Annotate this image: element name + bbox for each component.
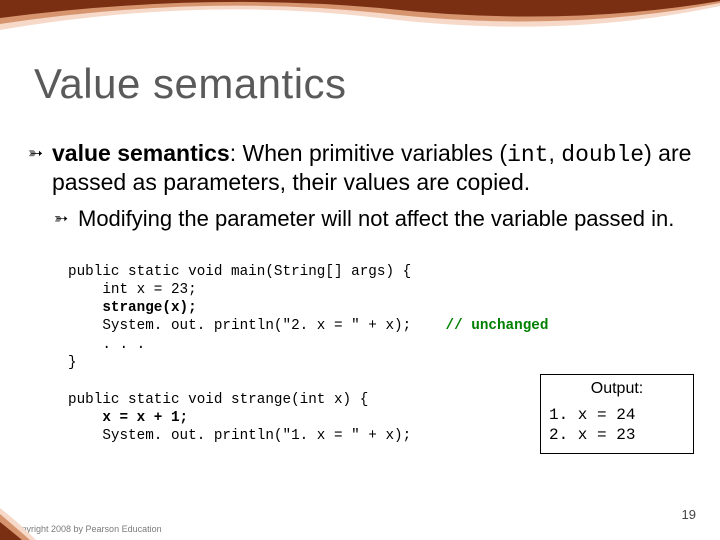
output-header: Output:	[549, 379, 685, 399]
code-line: public static void strange(int x) {	[68, 392, 368, 408]
bullet-code1: int	[507, 142, 548, 168]
bullet-code2: double	[561, 142, 644, 168]
output-line: 1. x = 24	[549, 405, 685, 425]
slide-title: Value semantics	[34, 60, 347, 108]
code-line: }	[68, 355, 77, 371]
code-line: . . .	[68, 337, 145, 353]
sub-bullet-text: Modifying the parameter will not affect …	[78, 206, 674, 231]
code-line: System. out. println("2. x = " + x);	[68, 318, 411, 334]
output-box: Output: 1. x = 24 2. x = 23	[540, 374, 694, 454]
bullet-main: ➳ value semantics: When primitive variab…	[28, 140, 700, 196]
top-accent	[0, 0, 720, 48]
code-line: int x = 23;	[68, 282, 197, 298]
bullet-rest1: : When primitive variables (	[230, 140, 507, 166]
bullet-lead: value semantics	[52, 140, 230, 166]
bottom-accent	[0, 504, 36, 540]
output-line: 2. x = 23	[549, 425, 685, 445]
code-line: System. out. println("1. x = " + x);	[68, 428, 411, 444]
sub-bullet-glyph-icon: ➳	[54, 209, 68, 229]
page-number: 19	[682, 507, 696, 522]
code-line: strange(x);	[68, 300, 197, 316]
bullet-glyph-icon: ➳	[28, 143, 43, 164]
code-line: x = x + 1;	[68, 410, 188, 426]
code-line: public static void main(String[] args) {	[68, 264, 411, 280]
slide: Value semantics ➳ value semantics: When …	[0, 0, 720, 540]
bullet-rest2: ,	[549, 140, 562, 166]
code-comment: // unchanged	[411, 318, 548, 334]
sub-bullet: ➳ Modifying the parameter will not affec…	[54, 206, 700, 232]
